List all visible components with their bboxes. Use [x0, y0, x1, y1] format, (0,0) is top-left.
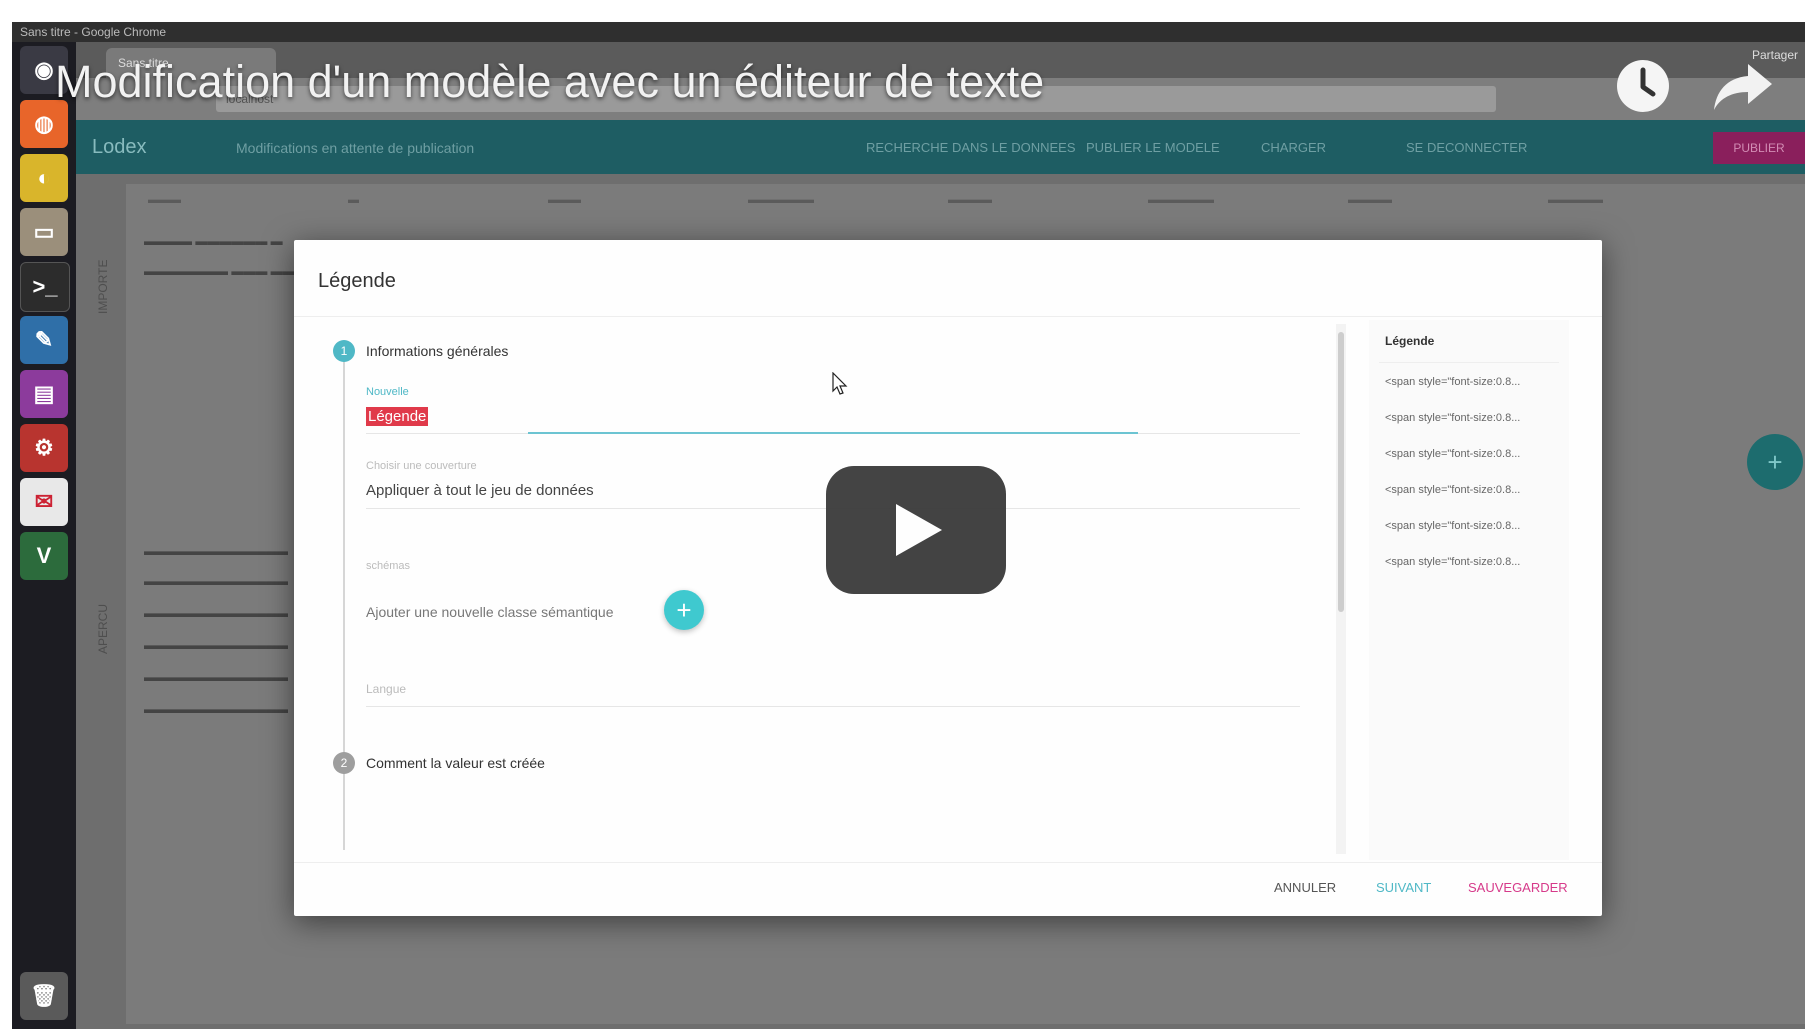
legend-divider: [1379, 362, 1559, 363]
cancel-button[interactable]: ANNULER: [1274, 880, 1336, 895]
chrome-icon[interactable]: ◐: [20, 154, 68, 202]
label-field[interactable]: Légende: [366, 407, 429, 426]
label-field-focus-underline: [528, 432, 1138, 434]
legend-item: <span style="font-size:0.8...: [1385, 520, 1521, 532]
language-field-underline: [366, 706, 1300, 707]
dialog-title-divider: [294, 316, 1602, 317]
dialog-title: Légende: [318, 270, 396, 292]
add-scheme-button[interactable]: +: [664, 590, 704, 630]
legend-item: <span style="font-size:0.8...: [1385, 412, 1521, 424]
dialog-scrollbar-thumb[interactable]: [1338, 332, 1344, 612]
scheme-field-label: schémas: [366, 560, 411, 572]
step-2-label[interactable]: Comment la valeur est créée: [366, 755, 545, 771]
cover-field-label: Choisir une couverture: [366, 460, 477, 472]
settings-icon[interactable]: ⚙: [20, 424, 68, 472]
publish-button[interactable]: PUBLIER: [1713, 132, 1805, 164]
background-row: ▬▬▬▬▬▬▬▬▬▬▬▬: [144, 606, 288, 620]
video-title[interactable]: Modification d'un modèle avec un éditeur…: [55, 56, 1044, 108]
play-icon: [896, 504, 942, 556]
nav-item-load[interactable]: CHARGER: [1261, 140, 1326, 155]
os-top-bar: Sans titre - Google Chrome: [12, 22, 1805, 42]
background-row: ▬▬▬▬▬▬▬▬▬▬▬▬: [144, 702, 288, 716]
window-title: Sans titre - Google Chrome: [20, 25, 167, 39]
add-scheme-label: Ajouter une nouvelle classe sémantique: [366, 604, 614, 620]
legend-preview-panel: Légende <span style="font-size:0.8... <s…: [1369, 320, 1569, 860]
background-row: ▬▬▬▬▬▬▬▬▬▬▬▬: [144, 544, 288, 558]
share-icon[interactable]: [1710, 60, 1776, 114]
share-label: Partager: [1752, 48, 1799, 62]
label-field-label: Nouvelle: [366, 386, 409, 398]
step-1-label[interactable]: Informations générales: [366, 343, 508, 359]
app-tagline: Modifications en attente de publication: [236, 140, 475, 156]
ubuntu-launcher: ◉ ◍ ◐ ▭ >_ ✎ ▤ ⚙ ✉ V 🗑: [12, 42, 76, 1029]
editor-icon[interactable]: ✎: [20, 316, 68, 364]
legend-item: <span style="font-size:0.8...: [1385, 448, 1521, 460]
mouse-cursor-icon: [832, 371, 848, 401]
legend-item: <span style="font-size:0.8...: [1385, 484, 1521, 496]
files-icon[interactable]: ▭: [20, 208, 68, 256]
imported-section-label: IMPORTE: [96, 259, 110, 314]
legend-item: <span style="font-size:0.8...: [1385, 556, 1521, 568]
background-row: ▬▬▬▬ ▬▬▬▬▬▬ ▬: [144, 234, 283, 248]
background-row: ▬▬▬▬▬▬▬▬▬▬▬▬: [144, 574, 288, 588]
calendar-icon[interactable]: ▤: [20, 370, 68, 418]
nav-item-search[interactable]: RECHERCHE DANS LE DONNEES: [866, 140, 1076, 155]
nav-item-logout[interactable]: SE DECONNECTER: [1406, 140, 1527, 155]
preview-section-label: APERCU: [96, 603, 110, 654]
step-2-icon[interactable]: 2: [333, 752, 355, 774]
cover-select[interactable]: Appliquer à tout le jeu de données: [366, 482, 594, 499]
background-row: ▬▬▬▬▬▬▬▬▬▬▬▬: [144, 670, 288, 684]
trash-icon[interactable]: 🗑: [20, 972, 68, 1020]
background-row: ▬▬▬▬▬▬▬▬▬▬▬▬: [144, 638, 288, 652]
background-add-icon[interactable]: +: [1747, 434, 1803, 490]
language-field[interactable]: Langue: [366, 682, 406, 696]
stepper-line: [343, 360, 345, 850]
legend-preview-title: Légende: [1385, 334, 1435, 348]
label-field-value: Légende: [366, 407, 429, 426]
step-1-icon[interactable]: 1: [333, 340, 355, 362]
background-table-header: ▬▬▬ ▬ ▬▬▬ ▬▬▬▬▬▬ ▬▬▬▬ ▬▬▬▬▬▬ ▬▬▬▬ ▬▬▬▬▬: [148, 194, 1603, 206]
app-brand[interactable]: Lodex: [92, 136, 147, 159]
nav-item-publish-model[interactable]: PUBLIER LE MODELE: [1086, 140, 1220, 155]
notes-icon[interactable]: ✉: [20, 478, 68, 526]
terminal-icon[interactable]: >_: [20, 262, 70, 312]
background-row: ▬▬▬▬▬▬▬ ▬▬▬ ▬▬▬: [144, 264, 307, 278]
app-header: Lodex Modifications en attente de public…: [76, 120, 1805, 174]
legend-item: <span style="font-size:0.8...: [1385, 376, 1521, 388]
watch-later-icon[interactable]: [1615, 58, 1671, 114]
next-button[interactable]: SUIVANT: [1376, 880, 1431, 895]
dialog-footer-divider: [294, 862, 1602, 863]
save-button[interactable]: SAUVEGARDER: [1468, 880, 1568, 895]
vim-icon[interactable]: V: [20, 532, 68, 580]
play-button[interactable]: [826, 466, 1006, 594]
